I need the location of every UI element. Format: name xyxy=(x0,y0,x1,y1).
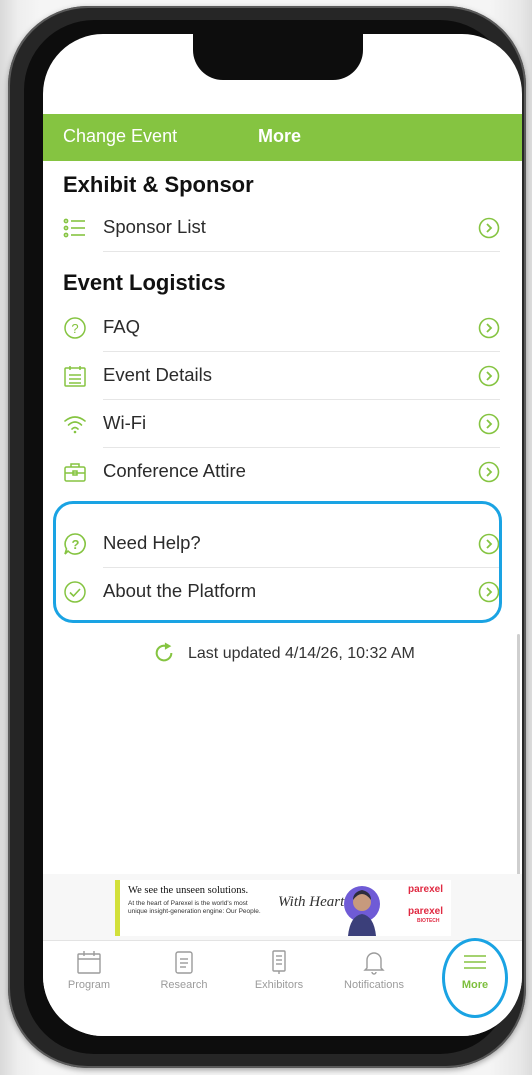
tab-program[interactable]: Program xyxy=(49,949,129,991)
question-circle-icon: ? xyxy=(64,317,86,339)
wifi-icon xyxy=(64,416,86,434)
refresh-icon xyxy=(155,642,173,662)
page-title: More xyxy=(258,126,302,146)
list-item-label: Sponsor List xyxy=(103,216,206,237)
tab-label: Notifications xyxy=(344,979,404,991)
bell-icon xyxy=(363,952,385,975)
ad-brand-logo-biotech: parexel xyxy=(408,906,444,917)
tab-label: Exhibitors xyxy=(254,979,304,991)
list-icon xyxy=(63,218,85,238)
chevron-right-icon xyxy=(478,217,500,239)
calendar-list-icon xyxy=(64,366,86,387)
tab-exhibitors[interactable]: Exhibitors xyxy=(239,949,319,991)
booth-icon xyxy=(272,950,286,974)
list-item-event-details[interactable]: Event Details xyxy=(43,352,522,400)
calendar-icon xyxy=(77,951,101,974)
chevron-right-icon xyxy=(478,365,500,387)
phone-notch xyxy=(193,34,363,80)
screen: Change Event More Exhibit & Sponsor Spon… xyxy=(43,34,522,1036)
svg-text:?: ? xyxy=(71,321,78,336)
ad-signature: With Heart xyxy=(278,894,345,910)
ad-banner-area: We see the unseen solutions. At the hear… xyxy=(43,874,522,940)
tab-label: Program xyxy=(67,979,111,991)
section-title-exhibit-sponsor: Exhibit & Sponsor xyxy=(63,172,254,197)
section-title-event-logistics: Event Logistics xyxy=(63,270,226,295)
briefcase-icon xyxy=(64,463,86,482)
list-item-label: Event Details xyxy=(103,364,212,385)
highlight-outline xyxy=(53,501,502,623)
ad-banner[interactable]: We see the unseen solutions. At the hear… xyxy=(115,880,451,936)
document-icon xyxy=(175,951,193,974)
header-bar: Change Event More xyxy=(43,114,522,161)
tab-research[interactable]: Research xyxy=(144,949,224,991)
list-item-wifi[interactable]: Wi-Fi xyxy=(43,400,522,448)
tab-notifications[interactable]: Notifications xyxy=(334,949,414,991)
ad-headline: We see the unseen solutions. xyxy=(128,885,249,896)
list-item-faq[interactable]: ? FAQ xyxy=(43,304,522,352)
chevron-right-icon xyxy=(478,317,500,339)
ad-brand-sub: BIOTECH xyxy=(417,918,440,924)
list-item-label: FAQ xyxy=(103,316,141,337)
list-item-label: Conference Attire xyxy=(103,460,246,481)
ad-body: At the heart of Parexel is the world's m… xyxy=(128,900,261,915)
last-updated-text: Last updated 4/14/26, 10:32 AM xyxy=(188,645,415,662)
ad-person-image xyxy=(344,886,380,936)
list-item-sponsor-list[interactable]: Sponsor List xyxy=(43,204,522,252)
ad-brand-logo: parexel xyxy=(408,884,444,895)
chevron-right-icon xyxy=(478,413,500,435)
list-item-conference-attire[interactable]: Conference Attire xyxy=(43,448,522,496)
phone-frame: Change Event More Exhibit & Sponsor Spon… xyxy=(8,6,526,1068)
tab-label: Research xyxy=(160,979,208,991)
chevron-right-icon xyxy=(478,461,500,483)
highlight-circle xyxy=(442,938,508,1018)
change-event-button[interactable]: Change Event xyxy=(63,126,177,147)
list-item-label: Wi-Fi xyxy=(103,412,147,433)
divider xyxy=(103,251,500,252)
